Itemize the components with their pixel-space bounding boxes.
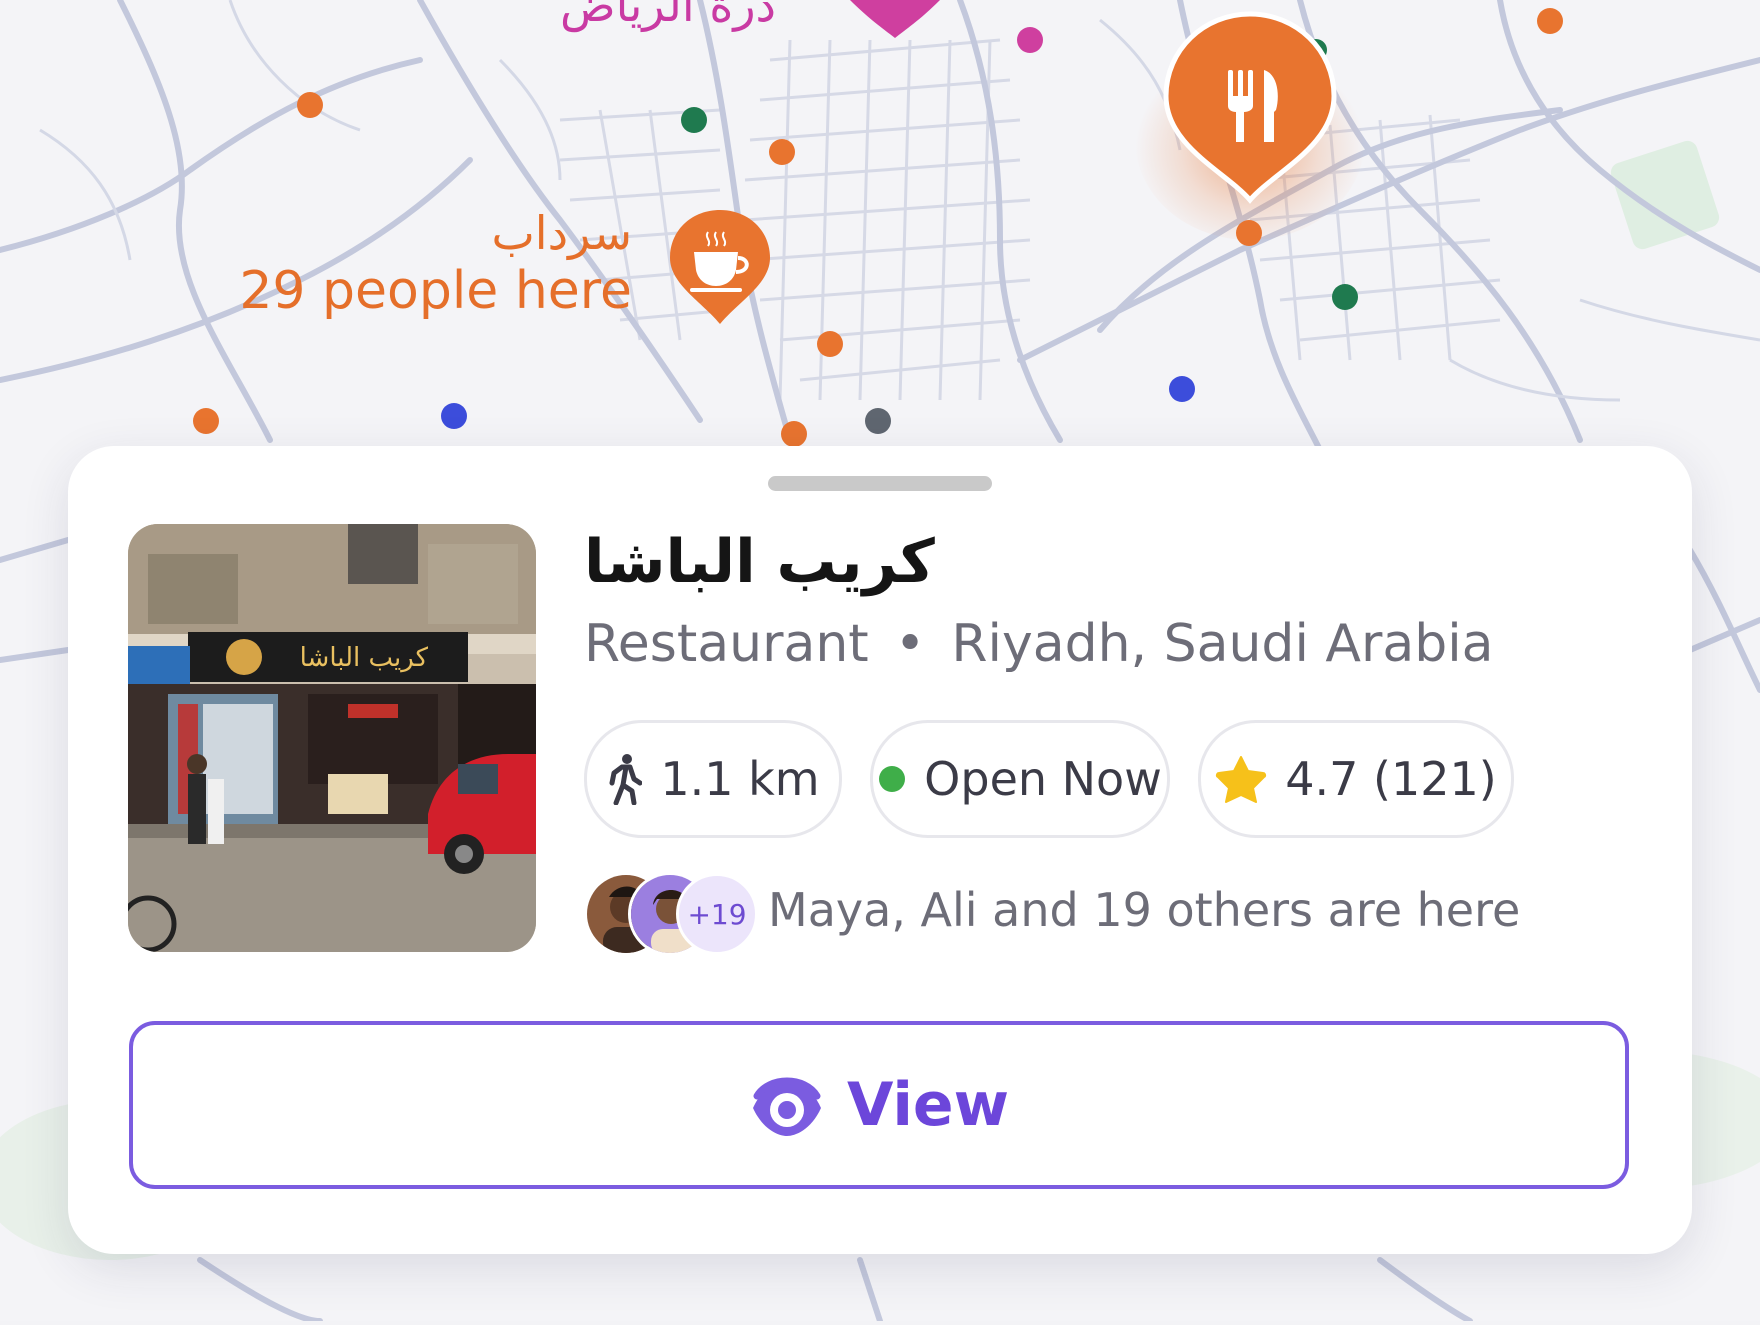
place-subtitle: Restaurant • Riyadh, Saudi Arabia — [584, 612, 1494, 676]
distance-chip[interactable]: 1.1 km — [584, 720, 842, 838]
open-status-chip[interactable]: Open Now — [870, 720, 1170, 838]
more-people-badge[interactable]: +19 — [676, 873, 758, 955]
place-name: سرداب — [491, 206, 633, 260]
status-dot-icon — [878, 765, 906, 793]
place-category: Restaurant — [584, 614, 869, 674]
coffee-pin[interactable] — [666, 206, 774, 328]
map-place-label[interactable]: سرداب 29 people here — [200, 206, 632, 322]
rating-chip[interactable]: 4.7 (121) — [1198, 720, 1514, 838]
storefront-sign-text: كريب الباشا — [300, 643, 429, 673]
map-place-label-top[interactable]: درة الرياض — [560, 0, 776, 32]
place-location: Riyadh, Saudi Arabia — [951, 614, 1494, 674]
rating-label: 4.7 (121) — [1285, 752, 1497, 806]
place-title: كريب الباشا — [584, 527, 935, 597]
people-here-text: Maya, Ali and 19 others are here — [768, 883, 1521, 937]
view-button[interactable]: View — [129, 1021, 1629, 1189]
drag-handle[interactable] — [768, 476, 992, 491]
place-people-count: 29 people here — [239, 261, 632, 321]
walking-person-icon — [606, 753, 643, 805]
separator-dot: • — [894, 614, 926, 674]
distance-label: 1.1 km — [660, 752, 820, 806]
eye-icon — [749, 1072, 825, 1138]
status-label: Open Now — [924, 752, 1162, 806]
view-button-label: View — [846, 1070, 1010, 1140]
star-icon — [1215, 754, 1267, 804]
selected-restaurant-pin[interactable] — [1130, 0, 1370, 250]
place-photo[interactable]: كريب الباشا — [128, 524, 536, 952]
storefront-image: كريب الباشا — [128, 524, 536, 952]
place-card[interactable]: كريب الباشا كريب الباشا Restaurant • Riy… — [68, 446, 1692, 1254]
